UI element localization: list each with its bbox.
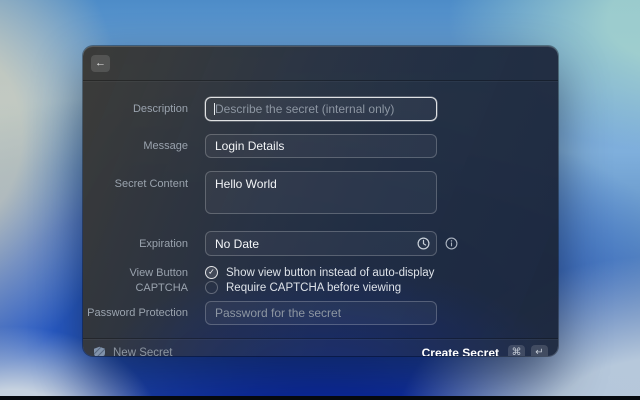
view-button-option-label: Show view button instead of auto-display [226,267,434,279]
expiration-label: Expiration [83,238,205,250]
expiration-select[interactable]: No Date [205,231,437,256]
footer-context-label: New Secret [113,347,172,357]
info-icon[interactable] [445,237,458,250]
message-row: Message [83,134,558,158]
window-footer: New Secret Create Secret ⌘ ↵ [83,338,558,356]
expiration-row: Expiration No Date [83,231,558,256]
description-input[interactable] [205,97,437,121]
checkbox-checked-icon: ✓ [205,266,218,279]
secret-content-textarea[interactable]: Hello World [205,171,437,214]
back-button[interactable]: ← [91,55,110,72]
view-button-checkbox[interactable]: ✓ Show view button instead of auto-displ… [205,266,434,279]
new-secret-window: ← Description Message Secret Content Hel… [83,46,558,356]
secret-content-row: Secret Content Hello World [83,171,558,219]
captcha-label: CAPTCHA [83,282,205,294]
description-label: Description [83,103,205,115]
window-header: ← [83,46,558,81]
message-label: Message [83,140,205,152]
command-key-icon: ⌘ [508,345,525,357]
shield-icon [93,346,106,357]
captcha-row: CAPTCHA Require CAPTCHA before viewing [83,281,558,294]
captcha-checkbox[interactable]: Require CAPTCHA before viewing [205,281,401,294]
view-button-label: View Button [83,267,205,279]
password-label: Password Protection [83,307,205,319]
create-secret-button[interactable]: Create Secret ⌘ ↵ [422,345,548,357]
view-button-row: View Button ✓ Show view button instead o… [83,266,558,279]
expiration-value: No Date [215,237,259,251]
captcha-option-label: Require CAPTCHA before viewing [226,282,401,294]
password-input[interactable] [205,301,437,325]
return-key-icon: ↵ [531,345,548,357]
password-row: Password Protection [83,301,558,325]
message-input[interactable] [205,134,437,158]
text-caret [214,103,215,115]
description-row: Description [83,97,558,121]
secret-form: Description Message Secret Content Hello… [83,81,558,338]
secret-content-label: Secret Content [83,171,205,190]
clock-icon [417,237,430,250]
checkbox-unchecked-icon [205,281,218,294]
screen-bottom-strip [0,396,640,400]
create-secret-label: Create Secret [422,346,499,357]
